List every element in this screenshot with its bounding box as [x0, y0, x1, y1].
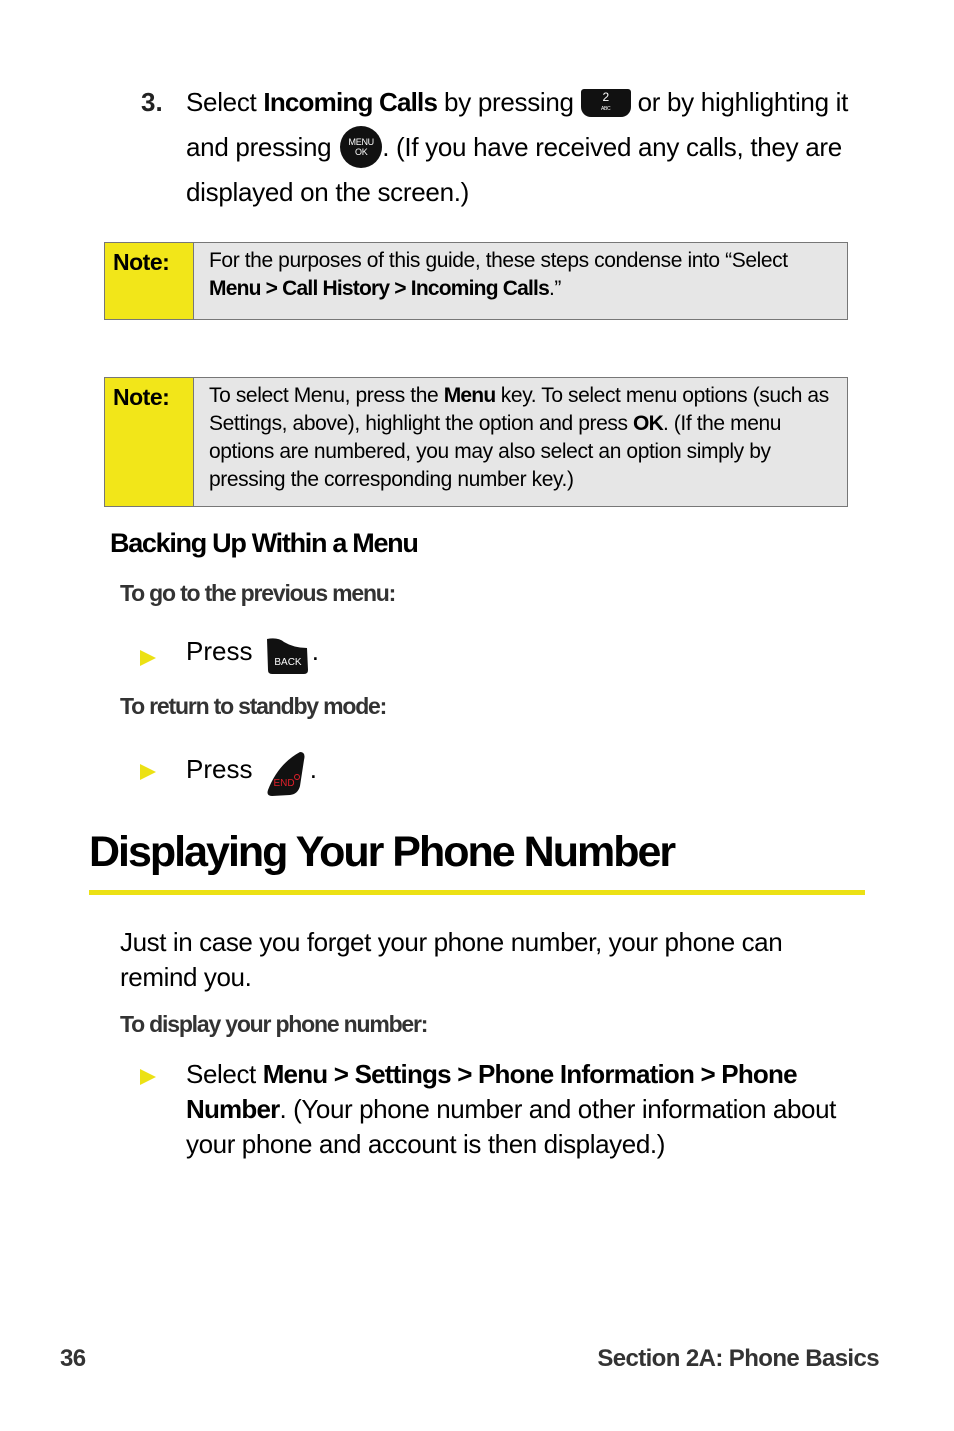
note-body: To select Menu, press the Menu key. To s… [209, 382, 837, 494]
menu-key-bottom-label: OK [355, 147, 368, 157]
instruction-heading-display-number: To display your phone number: [120, 1011, 428, 1037]
note-box-2: Note: To select Menu, press the Menu key… [104, 377, 848, 507]
bullet-text: Press BACK . [186, 636, 319, 676]
end-key-icon: END [267, 752, 305, 796]
press-label: Press [186, 636, 253, 666]
bullet-arrow-icon [140, 1069, 156, 1085]
menu-key-name: Menu [443, 384, 496, 407]
note-box-1: Note: For the purposes of this guide, th… [104, 242, 848, 320]
incoming-calls-label: Incoming Calls [263, 87, 438, 117]
back-key-icon: BACK [266, 638, 308, 674]
step-text-segment: Select [186, 87, 264, 117]
note-body: For the purposes of this guide, these st… [209, 247, 837, 303]
period: . [309, 754, 317, 784]
note-text-segment: For the purposes of this guide, these st… [209, 249, 788, 272]
ok-key-name: OK [633, 412, 664, 435]
page-number: 36 [60, 1345, 86, 1372]
press-label: Press [186, 754, 253, 784]
step-text-segment: by pressing [437, 87, 581, 117]
menu-ok-key-icon: MENU OK [340, 126, 383, 168]
key-2-letters: ABC [600, 106, 611, 112]
bullet-arrow-icon [140, 764, 156, 780]
back-key-label: BACK [274, 657, 302, 668]
note-menu-path: Menu > Call History > Incoming Calls [209, 277, 550, 300]
step-number: 3. [141, 87, 163, 117]
bullet-text: Press END . [186, 750, 317, 798]
bullet-arrow-icon [140, 650, 156, 666]
instruction-heading-previous-menu: To go to the previous menu: [120, 580, 396, 606]
menu-key-top-label: MENU [348, 137, 375, 147]
key-2-number: 2 [602, 90, 609, 104]
instruction-heading-standby: To return to standby mode: [120, 693, 387, 719]
section-label: Section 2A: Phone Basics [597, 1345, 879, 1372]
step-3-text: Select Incoming Calls by pressing 2 ABC o… [186, 80, 876, 215]
intro-paragraph: Just in case you forget your phone numbe… [120, 927, 783, 992]
subsection-heading: Backing Up Within a Menu [110, 528, 419, 558]
period: . [311, 636, 319, 666]
title-underline [89, 890, 865, 895]
bullet-text-segment: . (Your phone number and other informati… [186, 1094, 836, 1159]
bullet-text: Select Menu > Settings > Phone Informati… [186, 1057, 836, 1162]
bullet-text-segment: Select [186, 1059, 263, 1089]
section-title: Displaying Your Phone Number [89, 828, 676, 876]
end-key-label: END [273, 778, 294, 789]
key-2-icon: 2 ABC [580, 89, 631, 117]
note-label: Note: [105, 378, 194, 506]
note-text-segment: To select Menu, press the [209, 384, 444, 407]
note-label: Note: [105, 243, 194, 319]
note-text-segment: .” [548, 277, 561, 300]
